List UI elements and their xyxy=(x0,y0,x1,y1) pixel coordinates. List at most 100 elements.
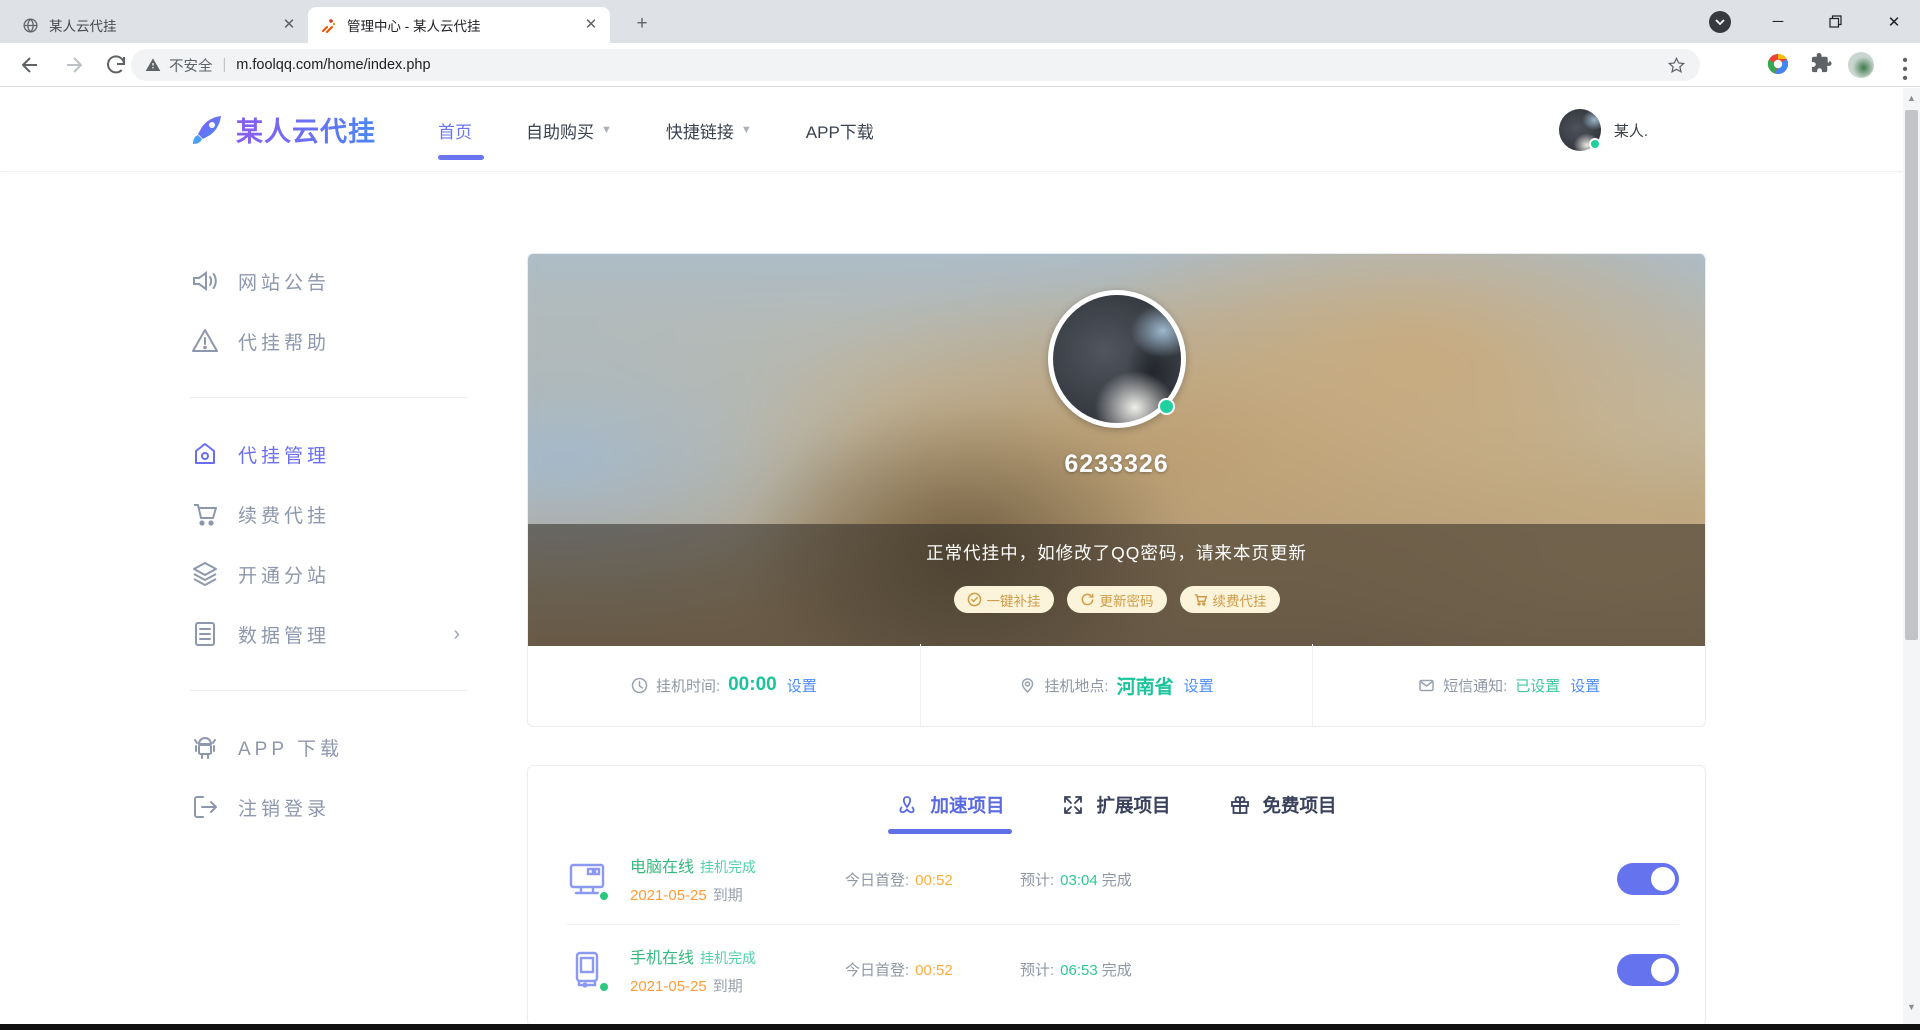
header-user[interactable]: 某人. xyxy=(1558,109,1648,151)
scroll-up-icon[interactable]: ▲ xyxy=(1903,90,1920,107)
android-icon xyxy=(190,732,220,762)
forward-icon[interactable] xyxy=(62,53,86,77)
rocket-logo-icon xyxy=(193,115,221,144)
brand-name: 某人云代挂 xyxy=(236,110,376,149)
rehang-button[interactable]: 一键补挂 xyxy=(953,586,1054,613)
globe-icon xyxy=(22,17,39,34)
stat-sms-notice: 短信通知: 已设置 设置 xyxy=(1312,644,1705,726)
browser-toolbar: 不安全 | m.foolqq.com/home/index.php • • • xyxy=(0,43,1920,87)
sidebar-item-app-download[interactable]: APP 下载 xyxy=(190,717,468,777)
update-password-button[interactable]: 更新密码 xyxy=(1066,586,1167,613)
first-login-value: 00:52 xyxy=(915,871,953,889)
scrollbar-thumb[interactable] xyxy=(1905,110,1918,640)
chrome-colors-icon[interactable] xyxy=(1766,52,1792,78)
refresh-icon[interactable] xyxy=(104,53,128,77)
check-circle-icon xyxy=(967,592,981,607)
nav-item-home[interactable]: 首页 xyxy=(438,118,472,143)
browser-tab-2-active[interactable]: 管理中心 - 某人云代挂 ✕ xyxy=(308,7,610,43)
window-minimize-button[interactable]: ─ xyxy=(1758,0,1798,43)
main-content: 正常代挂中，如修改了QQ密码，请来本页更新 一键补挂 更新密码 续费代挂 623… xyxy=(527,253,1706,1024)
online-dot xyxy=(1588,138,1601,150)
sidebar-item-substation[interactable]: 开通分站 xyxy=(190,544,468,604)
new-tab-button[interactable]: + xyxy=(628,11,656,39)
desktop-icon xyxy=(566,858,610,902)
browser-titlebar: 某人云代挂 ✕ 管理中心 - 某人云代挂 ✕ + ─ ✕ xyxy=(0,0,1920,43)
hang-time-value: 00:00 xyxy=(728,674,777,695)
cart-icon xyxy=(190,499,220,529)
alert-icon xyxy=(190,326,220,356)
sidebar: 网站公告 代挂帮助 代挂管理 续费代挂 开通分站 数据管理 › APP 下载 注… xyxy=(190,251,468,837)
scroll-down-icon[interactable]: ▼ xyxy=(1903,999,1920,1016)
sidebar-item-data[interactable]: 数据管理 › xyxy=(190,604,468,664)
hang-location-settings-link[interactable]: 设置 xyxy=(1184,675,1214,696)
stat-hang-time: 挂机时间: 00:00 设置 xyxy=(528,644,920,726)
nav-item-app-download[interactable]: APP下载 xyxy=(806,118,874,143)
sidebar-item-manage[interactable]: 代挂管理 xyxy=(190,424,468,484)
bookmark-star-icon[interactable] xyxy=(1667,56,1686,75)
sms-settings-link[interactable]: 设置 xyxy=(1570,675,1600,696)
gift-icon xyxy=(1229,794,1251,816)
profile-card: 正常代挂中，如修改了QQ密码，请来本页更新 一键补挂 更新密码 续费代挂 623… xyxy=(527,253,1706,727)
user-avatar xyxy=(1558,109,1601,151)
hang-time-settings-link[interactable]: 设置 xyxy=(787,675,817,696)
eta-value: 03:04 xyxy=(1060,871,1098,889)
window-maximize-button[interactable] xyxy=(1815,0,1855,43)
sidebar-item-help[interactable]: 代挂帮助 xyxy=(190,311,468,371)
tab-close-icon[interactable]: ✕ xyxy=(582,16,600,34)
browser-status-button[interactable] xyxy=(1702,0,1738,43)
site-header: 某人云代挂 首页 自助购买 ▼ 快捷链接 ▼ APP下载 某人. xyxy=(0,88,1903,172)
expire-date: 2021-05-25 xyxy=(630,887,707,904)
sidebar-item-logout[interactable]: 注销登录 xyxy=(190,777,468,837)
page-scrollbar[interactable]: ▲ ▼ xyxy=(1903,88,1920,1024)
security-label: 不安全 xyxy=(169,58,213,75)
document-icon xyxy=(190,619,220,649)
online-dot xyxy=(598,890,610,902)
browser-profile-avatar[interactable] xyxy=(1848,52,1874,78)
sidebar-item-renew[interactable]: 续费代挂 xyxy=(190,484,468,544)
tab-free-projects[interactable]: 免费项目 xyxy=(1229,792,1337,834)
url-separator: | xyxy=(222,57,227,73)
main-nav: 首页 自助购买 ▼ 快捷链接 ▼ APP下载 xyxy=(438,88,928,172)
projects-card: 加速项目 扩展项目 免费项目 电脑在线 挂机完成 2021-05-25 到期 今… xyxy=(527,765,1706,1024)
row-toggle-switch[interactable] xyxy=(1617,953,1679,986)
project-row-mobile: 手机在线 挂机完成 2021-05-25 到期 今日首登: 00:52 预计: 06:5… xyxy=(566,924,1679,1014)
online-dot xyxy=(1157,398,1175,415)
url-bar[interactable]: 不安全 | m.foolqq.com/home/index.php xyxy=(131,49,1700,81)
user-name: 某人. xyxy=(1613,122,1648,140)
extensions-puzzle-icon[interactable] xyxy=(1810,52,1836,78)
eta-group: 预计: 06:53 完成 xyxy=(1020,962,1132,979)
sidebar-divider xyxy=(190,690,468,691)
nav-item-buy[interactable]: 自助购买 ▼ xyxy=(526,118,612,143)
expand-icon xyxy=(1062,794,1084,816)
chevron-down-icon: ▼ xyxy=(601,124,612,136)
tab-extended-projects[interactable]: 扩展项目 xyxy=(1062,792,1171,834)
refresh-icon xyxy=(1081,593,1093,606)
nav-item-links[interactable]: 快捷链接 ▼ xyxy=(666,118,752,143)
page-content: 某人云代挂 首页 自助购买 ▼ 快捷链接 ▼ APP下载 某人. 网站公告 代挂帮助 xyxy=(0,88,1903,1024)
tab-close-icon[interactable]: ✕ xyxy=(280,16,298,34)
window-close-button[interactable]: ✕ xyxy=(1872,0,1916,43)
home-icon xyxy=(190,439,220,469)
profile-banner: 正常代挂中，如修改了QQ密码，请来本页更新 一键补挂 更新密码 续费代挂 623… xyxy=(528,254,1705,646)
back-icon[interactable] xyxy=(18,53,42,77)
browser-menu-icon[interactable]: • • • xyxy=(1892,53,1918,87)
renew-button[interactable]: 续费代挂 xyxy=(1179,586,1280,613)
project-row-desktop: 电脑在线 挂机完成 2021-05-25 到期 今日首登: 00:52 预计: 03:0… xyxy=(566,834,1679,924)
tab-accelerated-projects[interactable]: 加速项目 xyxy=(888,792,1013,834)
site-logo[interactable]: 某人云代挂 xyxy=(188,110,376,149)
row-toggle-switch[interactable] xyxy=(1617,863,1679,895)
not-secure-icon xyxy=(145,57,161,73)
first-login-value: 00:52 xyxy=(915,962,953,979)
location-icon xyxy=(1019,677,1036,694)
layers-icon xyxy=(190,559,220,589)
clock-icon xyxy=(631,677,648,694)
sidebar-item-announcements[interactable]: 网站公告 xyxy=(190,251,468,311)
sidebar-divider xyxy=(190,397,468,398)
row-title: 电脑在线 xyxy=(630,859,695,876)
browser-tab-1[interactable]: 某人云代挂 ✕ xyxy=(10,7,308,43)
cart-icon xyxy=(1194,594,1207,606)
logout-icon xyxy=(190,792,220,822)
first-login-group: 今日首登: 00:52 xyxy=(845,962,953,979)
banner-dark-band: 正常代挂中，如修改了QQ密码，请来本页更新 一键补挂 更新密码 续费代挂 xyxy=(528,524,1705,646)
chevron-down-icon: ▼ xyxy=(740,124,752,136)
